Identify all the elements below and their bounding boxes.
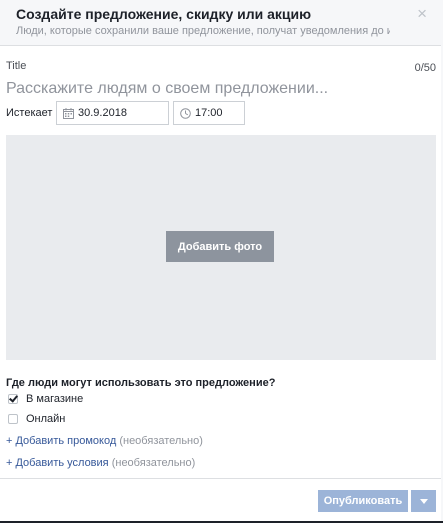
add-conditions-link[interactable]: + Добавить условия — [6, 457, 109, 469]
dialog-header: Создайте предложение, скидку или акцию Л… — [0, 0, 443, 46]
close-icon[interactable]: × — [417, 5, 427, 22]
char-counter: 0/50 — [414, 62, 436, 74]
online-label: Онлайн — [26, 413, 66, 425]
availability-heading: Где люди могут использовать это предложе… — [6, 377, 276, 389]
add-conditions-row: + Добавить условия (необязательно) — [6, 457, 195, 469]
title-label: Title — [6, 60, 27, 72]
in-store-checkbox[interactable] — [8, 394, 18, 404]
expiry-time-value: 17:00 — [195, 107, 223, 119]
create-offer-dialog: Создайте предложение, скидку или акцию Л… — [0, 0, 443, 523]
add-promo-code-row: + Добавить промокод (необязательно) — [6, 435, 203, 447]
option-in-store[interactable]: В магазине — [8, 393, 83, 405]
expiry-time-field[interactable]: 17:00 — [173, 101, 245, 125]
in-store-label: В магазине — [26, 393, 84, 405]
expiry-date-field[interactable]: 30.9.2018 — [56, 101, 169, 125]
expires-label: Истекает — [6, 107, 53, 119]
chevron-down-icon[interactable] — [411, 490, 436, 512]
option-online[interactable]: Онлайн — [8, 413, 65, 425]
dialog-title: Создайте предложение, скидку или акцию — [16, 6, 312, 22]
clock-icon — [179, 107, 191, 119]
add-photo-button[interactable]: Добавить фото — [166, 231, 274, 262]
publish-button[interactable]: Опубликовать — [318, 490, 408, 512]
dialog-subtitle: Люди, которые сохранили ваше предложение… — [16, 25, 390, 37]
conditions-optional-note: (необязательно) — [111, 457, 196, 469]
online-checkbox[interactable] — [8, 414, 18, 424]
promo-optional-note: (необязательно) — [119, 435, 203, 447]
offer-description-input[interactable] — [6, 78, 426, 100]
expiry-date-value: 30.9.2018 — [78, 107, 127, 119]
calendar-icon — [62, 107, 74, 119]
add-promo-code-link[interactable]: + Добавить промокод — [6, 435, 116, 447]
